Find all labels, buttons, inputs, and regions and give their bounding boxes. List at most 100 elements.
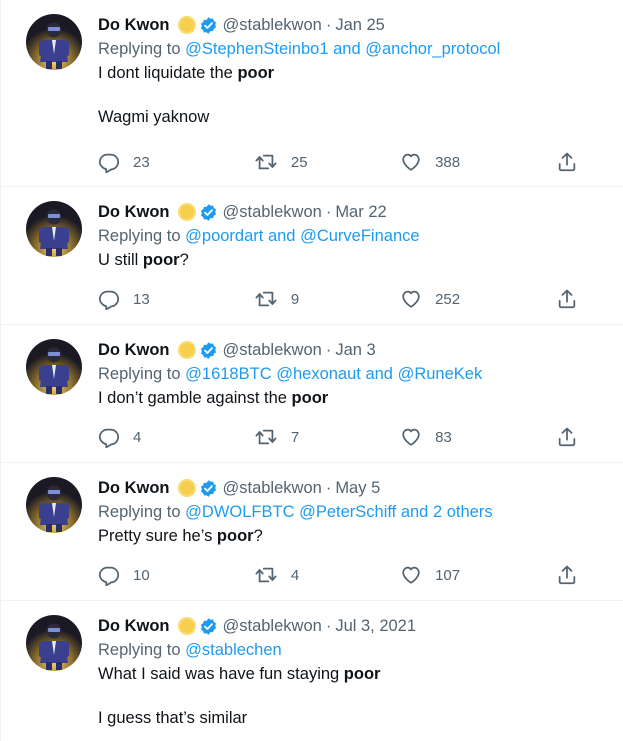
text-segment: What I said was have fun staying [98, 665, 344, 683]
retweet-icon [254, 426, 278, 448]
author-name[interactable]: Do Kwon [98, 477, 170, 499]
share-button[interactable] [556, 151, 578, 173]
sun-emoji-icon [177, 479, 196, 497]
avatar[interactable] [26, 615, 82, 671]
mention-conjunction[interactable]: and [361, 365, 398, 383]
author-handle[interactable]: @stablekwon [223, 201, 322, 223]
author-handle[interactable]: @stablekwon [223, 615, 322, 637]
replying-to: Replying to @stablechen [98, 639, 607, 661]
tweet[interactable]: Do Kwon @stablekwon · Jan 25 Replying to… [1, 0, 623, 187]
tweet-date[interactable]: Jan 3 [335, 339, 375, 361]
mention-link[interactable]: @anchor_protocol [365, 40, 500, 58]
text-segment: I dont liquidate the [98, 64, 238, 82]
retweet-count: 25 [290, 153, 308, 171]
retweet-button[interactable]: 7 [254, 426, 400, 448]
mention-link[interactable]: @hexonaut [276, 365, 361, 383]
like-button[interactable]: 388 [400, 151, 556, 173]
mention-link[interactable]: @stablechen [185, 641, 282, 659]
text-segment: I don’t gamble against the [98, 389, 292, 407]
tweet-date[interactable]: Jul 3, 2021 [335, 615, 416, 637]
mention-link[interactable]: @poordart [185, 227, 263, 245]
separator-dot: · [325, 341, 332, 359]
like-button[interactable]: 83 [400, 426, 556, 448]
tweet[interactable]: Do Kwon @stablekwon · Jan 3 Replying to … [1, 325, 623, 463]
reply-icon [98, 151, 120, 173]
tweet[interactable]: Do Kwon @stablekwon · May 5 Replying to … [1, 463, 623, 601]
mention-link[interactable]: @1618BTC [185, 365, 271, 383]
tweet-text: I dont liquidate the poor Wagmi yaknow [98, 62, 607, 128]
mention-link[interactable]: @RuneKek [398, 365, 483, 383]
reply-icon [98, 288, 120, 310]
author-handle[interactable]: @stablekwon [223, 339, 322, 361]
retweet-button[interactable]: 9 [254, 288, 400, 310]
share-button[interactable] [556, 288, 578, 310]
tweet-header: Do Kwon @stablekwon · Jan 3 [98, 339, 607, 361]
retweet-icon [254, 288, 278, 310]
share-button[interactable] [556, 426, 578, 448]
retweet-icon [254, 564, 278, 586]
author-name[interactable]: Do Kwon [98, 615, 170, 637]
separator-dot: · [325, 479, 332, 497]
tweet[interactable]: Do Kwon @stablekwon · Mar 22 Replying to… [1, 187, 623, 325]
mention-conjunction[interactable]: and [396, 503, 433, 521]
text-segment: Pretty sure he’s [98, 527, 217, 545]
reply-button[interactable]: 4 [98, 426, 254, 448]
replying-to-prefix: Replying to [98, 503, 181, 521]
author-name[interactable]: Do Kwon [98, 201, 170, 223]
replying-to-prefix: Replying to [98, 227, 181, 245]
text-segment: Wagmi yaknow [98, 108, 210, 126]
avatar[interactable] [26, 14, 82, 70]
tweet-feed: Do Kwon @stablekwon · Jan 25 Replying to… [0, 0, 623, 741]
author-handle[interactable]: @stablekwon [223, 14, 322, 36]
mention-link[interactable]: @DWOLFBTC [185, 503, 294, 521]
sun-emoji-icon [177, 341, 196, 359]
text-segment: I guess that’s similar [98, 709, 248, 727]
reply-count: 10 [133, 566, 150, 584]
tweet-paragraph: What I said was have fun staying poor [98, 663, 607, 685]
tweet-text: What I said was have fun staying poor I … [98, 663, 607, 729]
like-button[interactable]: 107 [400, 564, 556, 586]
retweet-button[interactable]: 25 [254, 151, 400, 173]
retweet-count: 4 [290, 566, 300, 584]
replying-to-prefix: Replying to [98, 641, 181, 659]
replying-to: Replying to @DWOLFBTC @PeterSchiff and 2… [98, 501, 607, 523]
bold-text-segment: poor [343, 665, 381, 683]
replying-to: Replying to @poordart and @CurveFinance [98, 225, 607, 247]
tweet-date[interactable]: May 5 [335, 477, 380, 499]
author-name[interactable]: Do Kwon [98, 14, 170, 36]
tweet[interactable]: Do Kwon @stablekwon · Jul 3, 2021 Replyi… [1, 601, 623, 741]
mention-others-link[interactable]: 2 others [433, 503, 493, 521]
avatar[interactable] [26, 477, 82, 533]
mention-link[interactable]: @StephenSteinbo1 [185, 40, 328, 58]
reply-button[interactable]: 10 [98, 564, 254, 586]
bold-text-segment: poor [142, 251, 180, 269]
share-icon [556, 288, 578, 310]
author-handle[interactable]: @stablekwon [223, 477, 322, 499]
share-icon [556, 151, 578, 173]
reply-button[interactable]: 23 [98, 151, 254, 173]
tweet-header: Do Kwon @stablekwon · Mar 22 [98, 201, 607, 223]
sun-emoji-icon [177, 617, 196, 635]
like-button[interactable]: 252 [400, 288, 556, 310]
mention-link[interactable]: @CurveFinance [300, 227, 419, 245]
verified-badge-icon [199, 16, 218, 35]
avatar[interactable] [26, 201, 82, 257]
retweet-button[interactable]: 4 [254, 564, 400, 586]
tweet-date[interactable]: Mar 22 [335, 201, 386, 223]
author-name[interactable]: Do Kwon [98, 339, 170, 361]
tweet-text: I don’t gamble against the poor [98, 387, 607, 409]
heart-icon [400, 151, 422, 173]
tweet-header: Do Kwon @stablekwon · Jul 3, 2021 [98, 615, 607, 637]
avatar[interactable] [26, 339, 82, 395]
tweet-actions: 23 25 388 [98, 150, 578, 174]
mention-link[interactable]: @PeterSchiff [299, 503, 396, 521]
share-icon [556, 426, 578, 448]
tweet-paragraph: Wagmi yaknow [98, 106, 607, 128]
mention-conjunction[interactable]: and [329, 40, 366, 58]
tweet-date[interactable]: Jan 25 [335, 14, 385, 36]
reply-button[interactable]: 13 [98, 288, 254, 310]
tweet-paragraph: I don’t gamble against the poor [98, 387, 607, 409]
mention-conjunction[interactable]: and [263, 227, 300, 245]
retweet-icon [254, 151, 278, 173]
share-button[interactable] [556, 564, 578, 586]
